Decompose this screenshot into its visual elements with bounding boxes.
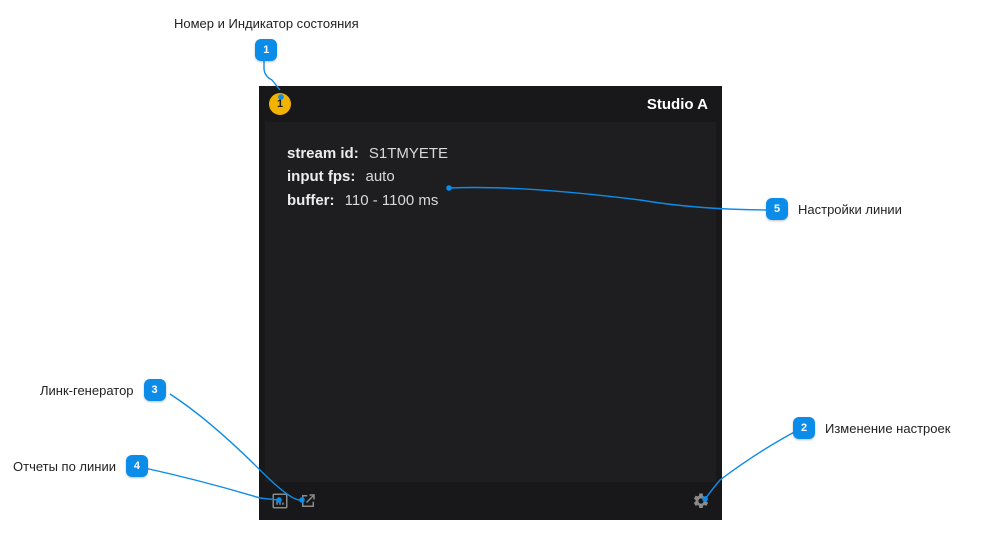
callout-5-num: 5 (766, 198, 788, 220)
callout-2-num: 2 (793, 417, 815, 439)
input-fps-value: auto (366, 168, 395, 185)
row-stream-id: stream id: S1TMYETE (287, 142, 694, 165)
row-input-fps: input fps: auto (287, 165, 694, 188)
panel-title: Studio A (303, 96, 708, 113)
callout-5: 5 Настройки линии (766, 198, 902, 220)
stream-id-label: stream id: (287, 145, 359, 162)
row-buffer: buffer: 110 - 1100 ms (287, 189, 694, 212)
callout-1-num: 1 (255, 39, 277, 61)
callout-4-num: 4 (126, 455, 148, 477)
callout-2: 2 Изменение настроек (793, 417, 950, 439)
panel-body: stream id: S1TMYETE input fps: auto buff… (265, 122, 716, 482)
callout-2-label: Изменение настроек (825, 421, 950, 436)
callout-3-label: Линк-генератор (40, 383, 134, 398)
panel-header: 1 Studio A (259, 86, 722, 122)
callout-3-num: 3 (144, 379, 166, 401)
link-generator-button[interactable] (299, 492, 317, 510)
buffer-label: buffer: (287, 192, 335, 209)
stream-panel: 1 Studio A stream id: S1TMYETE input fps… (259, 86, 722, 520)
panel-footer (259, 482, 722, 520)
status-indicator-badge: 1 (269, 93, 291, 115)
callout-5-label: Настройки линии (798, 202, 902, 217)
callout-4-label: Отчеты по линии (13, 459, 116, 474)
reports-button[interactable] (271, 492, 289, 510)
callout-1-label: Номер и Индикатор состояния (174, 16, 359, 31)
stream-id-value: S1TMYETE (369, 145, 448, 162)
settings-button[interactable] (692, 492, 710, 510)
callout-3: Линк-генератор 3 (40, 379, 166, 401)
callout-1: Номер и Индикатор состояния 1 (174, 16, 359, 61)
buffer-value: 110 - 1100 ms (345, 192, 439, 209)
callout-4: Отчеты по линии 4 (13, 455, 148, 477)
input-fps-label: input fps: (287, 168, 355, 185)
